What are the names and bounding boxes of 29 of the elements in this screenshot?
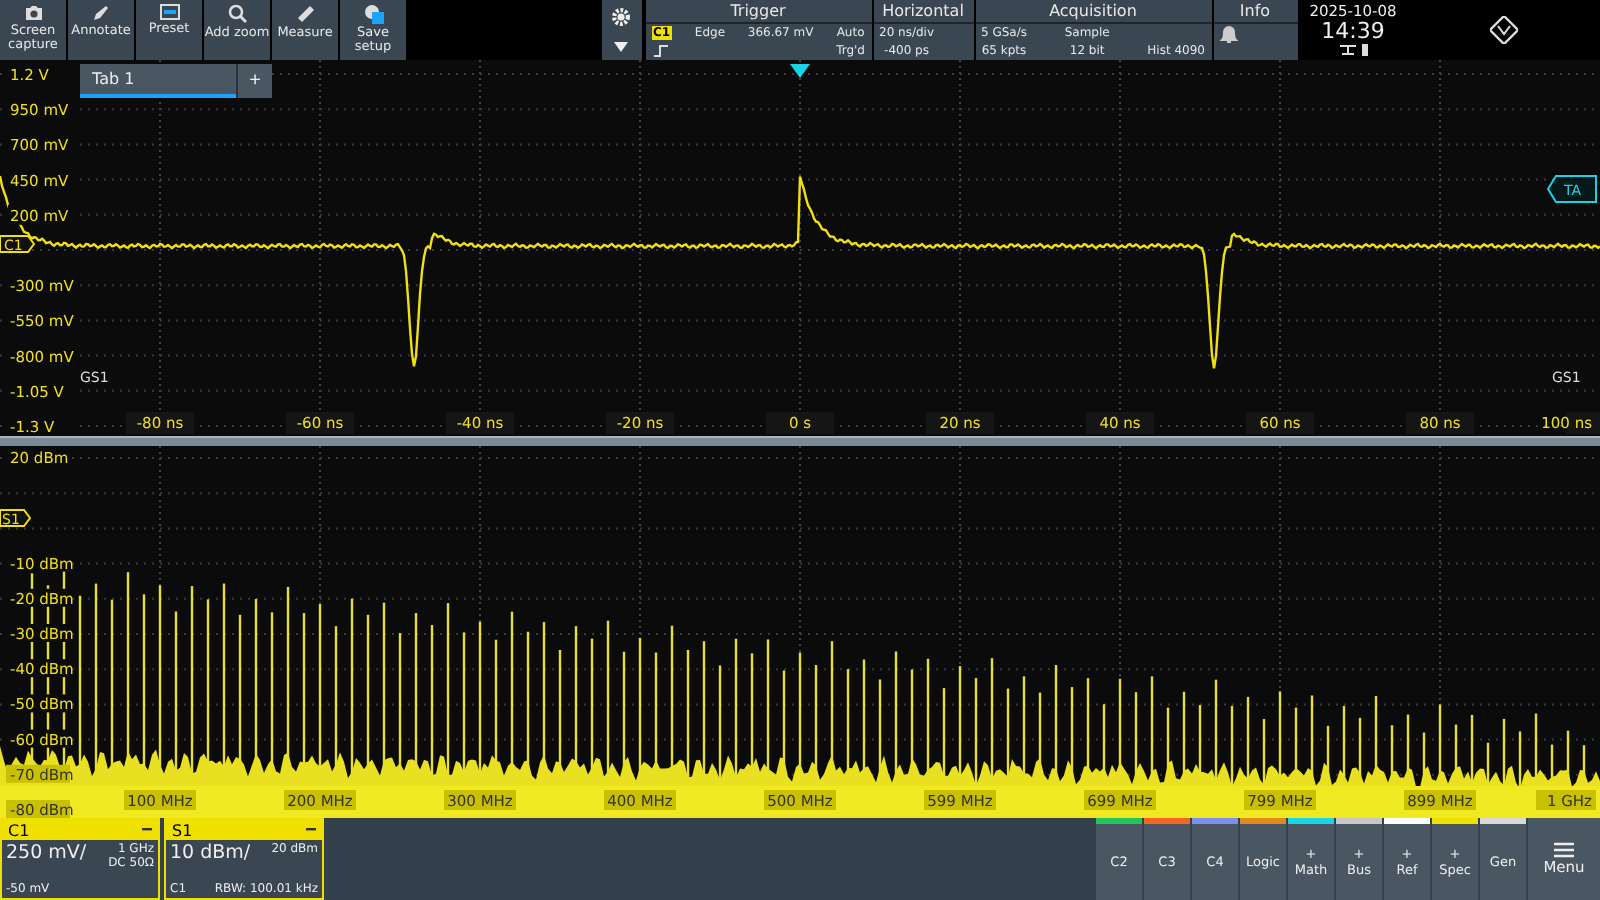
panel-title: Trigger: [645, 0, 871, 24]
bell-icon: [1219, 24, 1237, 44]
settings-icon: [612, 8, 630, 26]
network-icon: [1337, 44, 1369, 56]
minimize-icon[interactable]: [142, 828, 152, 832]
menu-icon: [1554, 842, 1574, 858]
edge-icon: [654, 44, 669, 58]
caret-icon: [614, 42, 628, 52]
add-tab-button[interactable]: +: [236, 64, 272, 98]
info-panel[interactable]: Info: [1213, 0, 1297, 60]
channel-name: C1: [8, 821, 30, 839]
minimize-icon[interactable]: [306, 828, 316, 832]
vertical-scale: 10 dBm/: [170, 842, 251, 864]
panel-title: Info: [1213, 0, 1297, 24]
camera-icon: [23, 4, 43, 22]
pencil-icon: [92, 4, 110, 22]
channel-name: S1: [172, 821, 193, 839]
panel-title: Acquisition: [975, 0, 1211, 24]
vertical-scale: 250 mV/: [6, 842, 87, 864]
save-icon: [363, 4, 383, 24]
trigger-position-icon[interactable]: [790, 64, 810, 78]
time-text: 14:39: [1321, 20, 1385, 44]
logo-icon: [1489, 16, 1518, 44]
zoom-icon: [227, 4, 247, 24]
preset-icon: [159, 4, 179, 20]
settings-panel[interactable]: [601, 0, 641, 60]
tab[interactable]: Tab 1: [80, 64, 236, 98]
ruler-icon: [295, 4, 315, 24]
panel-title: Horizontal: [873, 0, 973, 24]
